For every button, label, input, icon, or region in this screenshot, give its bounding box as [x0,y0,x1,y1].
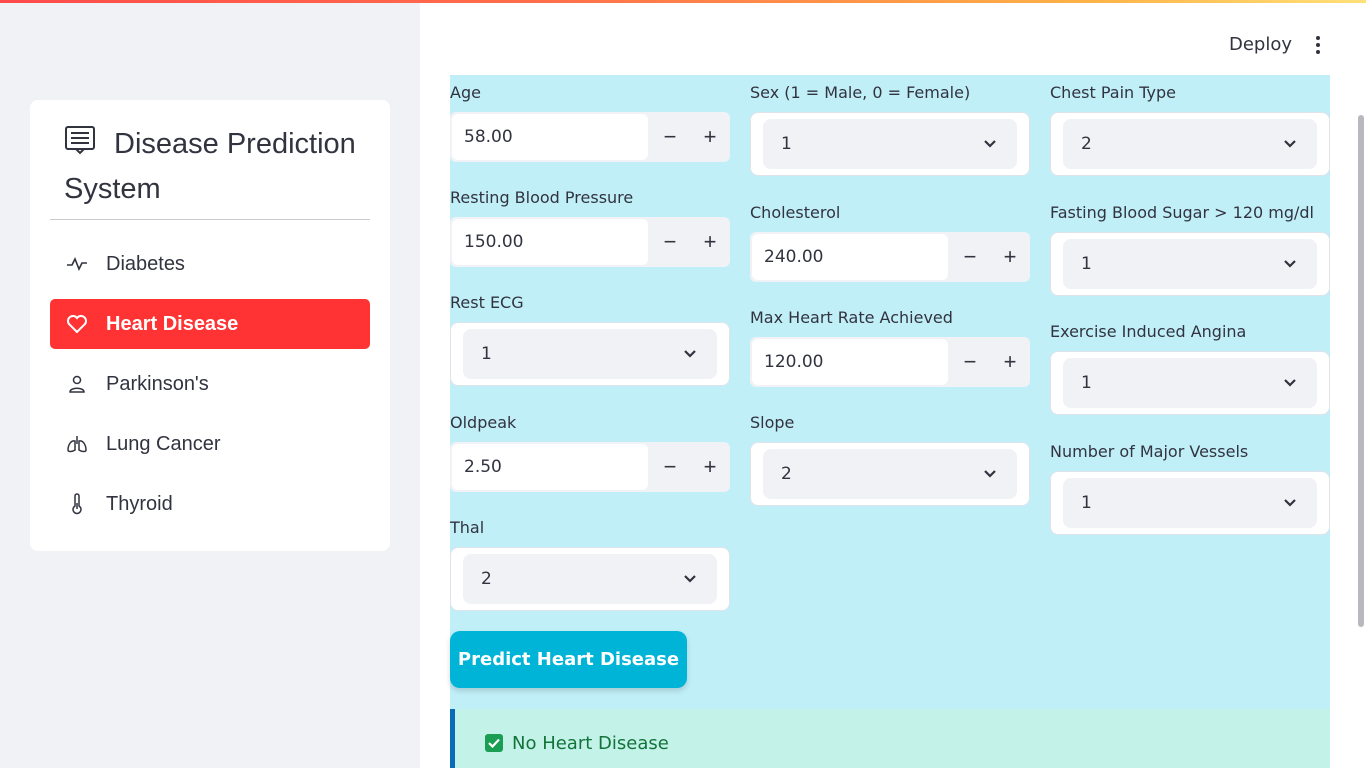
resting-bp-label: Resting Blood Pressure [450,188,634,207]
rest-ecg-dropdown[interactable]: 1 [463,329,717,379]
resting-bp-decrement-button[interactable]: − [650,217,690,267]
exercise-angina-dropdown[interactable]: 1 [1063,358,1317,408]
option-menu: Disease Prediction System Diabetes Heart… [30,100,390,551]
kebab-menu-icon[interactable] [1309,34,1327,56]
max-hr-label: Max Heart Rate Achieved [750,308,953,327]
oldpeak-decrement-button[interactable]: − [650,442,690,492]
chevron-down-icon [1284,260,1296,268]
sidebar-item-label: Thyroid [106,492,173,515]
major-vessels-select: 1 [1050,471,1330,535]
fasting-bs-dropdown[interactable]: 1 [1063,239,1317,289]
main-scrollbar[interactable] [1358,115,1364,627]
sex-label: Sex (1 = Male, 0 = Female) [750,83,971,102]
chest-pain-select: 2 [1050,112,1330,176]
sex-value: 1 [781,134,792,154]
prediction-result-text: No Heart Disease [512,733,669,754]
chevron-down-icon [684,350,696,358]
rest-ecg-label: Rest ECG [450,293,524,312]
menu-title: Disease Prediction System [64,122,364,212]
chevron-down-icon [1284,140,1296,148]
major-vessels-label: Number of Major Vessels [1050,442,1249,461]
chevron-down-icon [984,140,996,148]
sidebar-item-parkinsons[interactable]: Parkinson's [50,359,370,409]
sidebar-item-heart-disease[interactable]: Heart Disease [50,299,370,349]
check-mark-icon [485,734,503,752]
prediction-result-alert: No Heart Disease [450,709,1330,768]
chest-pain-value: 2 [1081,134,1092,154]
thal-dropdown[interactable]: 2 [463,554,717,604]
age-input[interactable] [452,114,648,160]
menu-divider [50,219,370,220]
major-vessels-value: 1 [1081,493,1092,513]
chevron-down-icon [1284,379,1296,387]
fasting-bs-value: 1 [1081,254,1092,274]
exercise-angina-label: Exercise Induced Angina [1050,322,1247,341]
chevron-down-icon [984,470,996,478]
chest-pain-label: Chest Pain Type [1050,83,1177,102]
lungs-icon [66,433,88,455]
oldpeak-number-input: − + [450,442,730,492]
max-hr-number-input: − + [750,337,1030,387]
cholesterol-number-input: − + [750,232,1030,282]
max-hr-input[interactable] [752,339,948,385]
oldpeak-increment-button[interactable]: + [690,442,730,492]
resting-bp-number-input: − + [450,217,730,267]
sex-select: 1 [750,112,1030,176]
major-vessels-dropdown[interactable]: 1 [1063,478,1317,528]
fasting-bs-label: Fasting Blood Sugar > 120 mg/dl [1050,203,1314,222]
sidebar-item-label: Heart Disease [106,312,239,335]
heart-icon [66,313,88,335]
sidebar-item-label: Diabetes [106,252,185,275]
age-label: Age [450,83,481,102]
sidebar-item-lung-cancer[interactable]: Lung Cancer [50,419,370,469]
max-hr-decrement-button[interactable]: − [950,337,990,387]
sex-dropdown[interactable]: 1 [763,119,1017,169]
thal-value: 2 [481,569,492,589]
deploy-button[interactable]: Deploy [1229,34,1292,55]
slope-select: 2 [750,442,1030,506]
cholesterol-label: Cholesterol [750,203,841,222]
thal-select: 2 [450,547,730,611]
activity-icon [66,253,88,275]
cholesterol-decrement-button[interactable]: − [950,232,990,282]
age-increment-button[interactable]: + [690,112,730,162]
person-icon [66,373,88,395]
thal-label: Thal [450,518,485,537]
menu-title-text: Disease Prediction System [64,128,356,205]
oldpeak-label: Oldpeak [450,413,517,432]
sidebar-item-label: Parkinson's [106,372,209,395]
slope-label: Slope [750,413,795,432]
cholesterol-increment-button[interactable]: + [990,232,1030,282]
oldpeak-input[interactable] [452,444,648,490]
max-hr-increment-button[interactable]: + [990,337,1030,387]
slope-value: 2 [781,464,792,484]
sidebar-item-thyroid[interactable]: Thyroid [50,479,370,529]
thermometer-icon [66,493,88,515]
chest-pain-dropdown[interactable]: 2 [1063,119,1317,169]
rest-ecg-value: 1 [481,344,492,364]
sidebar-item-diabetes[interactable]: Diabetes [50,239,370,289]
cholesterol-input[interactable] [752,234,948,280]
resting-bp-increment-button[interactable]: + [690,217,730,267]
rest-ecg-select: 1 [450,322,730,386]
newspaper-icon [64,124,96,155]
slope-dropdown[interactable]: 2 [763,449,1017,499]
chevron-down-icon [1284,499,1296,507]
fasting-bs-select: 1 [1050,232,1330,296]
age-number-input: − + [450,112,730,162]
sidebar-item-label: Lung Cancer [106,432,221,455]
resting-bp-input[interactable] [452,219,648,265]
exercise-angina-select: 1 [1050,351,1330,415]
sidebar: Disease Prediction System Diabetes Heart… [0,3,420,768]
age-decrement-button[interactable]: − [650,112,690,162]
predict-heart-disease-button[interactable]: Predict Heart Disease [450,631,687,688]
exercise-angina-value: 1 [1081,373,1092,393]
chevron-down-icon [684,575,696,583]
